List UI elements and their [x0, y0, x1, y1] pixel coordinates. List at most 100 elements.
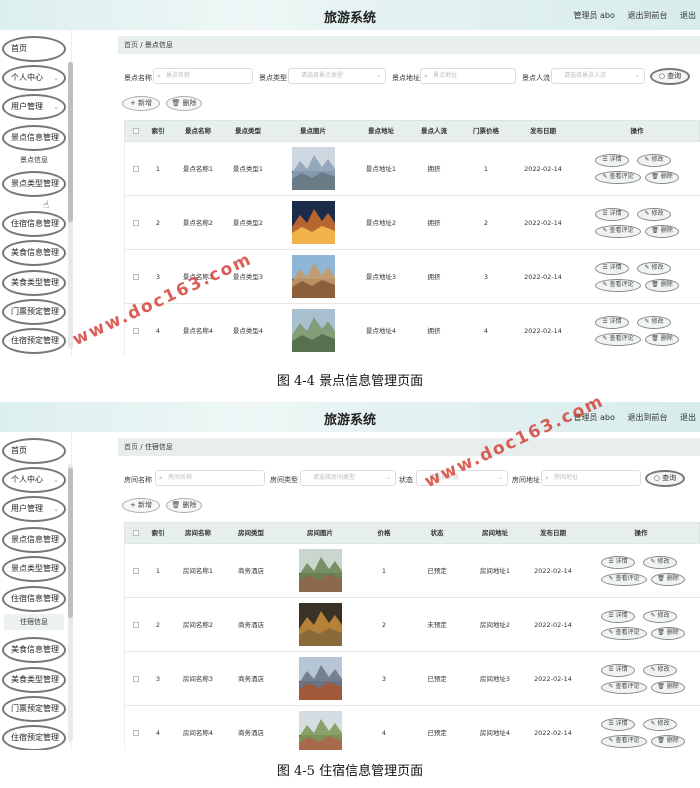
nav-item-lodging-info[interactable]: 住宿信息管理 ⌃ — [2, 586, 66, 612]
edit-button[interactable]: ✎ 修改 — [637, 154, 671, 167]
sidebar-scrollbar[interactable] — [68, 464, 73, 742]
edit-button[interactable]: ✎ 修改 — [643, 718, 677, 731]
nav-item-scenic-info[interactable]: 景点信息管理 ⌃ — [2, 125, 66, 151]
room-name-input[interactable]: ⌕ 房间名称 — [155, 470, 265, 486]
query-button[interactable]: ○ 查询 — [645, 470, 685, 487]
scenic-name-input[interactable]: ⌕ 景点名称 — [153, 68, 253, 84]
edit-button[interactable]: ✎ 修改 — [643, 556, 677, 569]
nav-sub-scenic-info[interactable]: 景点信息 — [4, 152, 64, 168]
view-comments-button[interactable]: ✎ 查看评论 — [595, 333, 641, 346]
nav-item-scenic-type[interactable]: 景点类型管理 ⌄ — [2, 171, 66, 197]
row-checkbox[interactable] — [133, 568, 139, 574]
nav-item-food-type[interactable]: 美食类型管理 ⌄ — [2, 667, 66, 693]
row-checkbox[interactable] — [133, 730, 139, 736]
edit-button[interactable]: ✎ 修改 — [637, 208, 671, 221]
view-comments-button[interactable]: ✎ 查看评论 — [601, 573, 647, 586]
nav-item-food-info[interactable]: 美食信息管理 ⌄ — [2, 240, 66, 266]
row-checkbox[interactable] — [133, 622, 139, 628]
add-button[interactable]: + 新增 — [122, 96, 160, 111]
detail-button[interactable]: ☰ 详情 — [601, 664, 635, 677]
table-cell: 景点地址2 — [365, 219, 397, 227]
chevron-down-icon: ⌄ — [375, 72, 381, 79]
query-button[interactable]: ○ 查询 — [650, 68, 690, 85]
add-button[interactable]: + 新增 — [122, 498, 160, 513]
top-bar: 旅游系统 管理员 abo 退出到前台 退出 — [0, 0, 700, 30]
table-cell: 房间地址2 — [479, 621, 511, 629]
nav-item-users[interactable]: 用户管理 ⌄ — [2, 496, 66, 522]
detail-button[interactable]: ☰ 详情 — [595, 154, 629, 167]
room-address-input[interactable]: ⌕ 房间地址 — [541, 470, 641, 486]
view-comments-button[interactable]: ✎ 查看评论 — [601, 735, 647, 748]
view-comments-button[interactable]: ✎ 查看评论 — [595, 225, 641, 238]
breadcrumb-sep: / — [140, 443, 143, 451]
exit-to-front-link[interactable]: 退出到前台 — [627, 413, 667, 422]
nav-item-scenic-type[interactable]: 景点类型管理 ⌄ — [2, 556, 66, 582]
select-all-checkbox[interactable] — [133, 128, 139, 134]
nav-item-profile[interactable]: 个人中心 ⌄ — [2, 467, 66, 493]
nav-label: 首页 — [11, 44, 27, 53]
row-checkbox[interactable] — [133, 676, 139, 682]
nav-item-home[interactable]: 首页 — [2, 438, 66, 464]
batch-delete-button[interactable]: 🗑 删除 — [166, 498, 202, 513]
detail-button[interactable]: ☰ 详情 — [595, 316, 629, 329]
edit-button[interactable]: ✎ 修改 — [643, 610, 677, 623]
scrollbar-thumb[interactable] — [68, 468, 73, 618]
breadcrumb-home[interactable]: 首页 — [124, 443, 138, 451]
view-comments-button[interactable]: ✎ 查看评论 — [601, 681, 647, 694]
breadcrumb-home[interactable]: 首页 — [124, 41, 138, 49]
col-header: 门票价格 — [473, 127, 499, 135]
scrollbar-thumb[interactable] — [68, 62, 73, 222]
select-all-checkbox[interactable] — [133, 530, 139, 536]
table-cell: 房间地址1 — [479, 567, 511, 575]
view-comments-button[interactable]: ✎ 查看评论 — [601, 627, 647, 640]
nav-item-lodging-info[interactable]: 住宿信息管理 ⌄ — [2, 211, 66, 237]
op-label: 删除 — [666, 683, 679, 690]
detail-button[interactable]: ☰ 详情 — [595, 262, 629, 275]
nav-item-food-type[interactable]: 美食类型管理 ⌄ — [2, 270, 66, 296]
nav-item-lodging-booking[interactable]: 住宿预定管理 ⌄ — [2, 725, 66, 750]
batch-delete-button[interactable]: 🗑 删除 — [166, 96, 202, 111]
delete-button[interactable]: 🗑 删除 — [651, 573, 685, 586]
scenic-type-select[interactable]: 请选择景点类型 ⌄ — [288, 68, 386, 84]
nav-item-profile[interactable]: 个人中心 ⌄ — [2, 65, 66, 91]
edit-button[interactable]: ✎ 修改 — [643, 664, 677, 677]
view-comments-button[interactable]: ✎ 查看评论 — [595, 279, 641, 292]
sidebar-scrollbar[interactable] — [68, 62, 73, 349]
nav-item-lodging-booking[interactable]: 住宿预定管理 ⌄ — [2, 328, 66, 354]
delete-button[interactable]: 🗑 删除 — [645, 171, 679, 184]
nav-item-users[interactable]: 用户管理 ⌄ — [2, 94, 66, 120]
row-checkbox[interactable] — [133, 274, 139, 280]
edit-button[interactable]: ✎ 修改 — [637, 316, 671, 329]
delete-button[interactable]: 🗑 删除 — [651, 681, 685, 694]
edit-button[interactable]: ✎ 修改 — [637, 262, 671, 275]
room-type-select[interactable]: 请选择房间类型 ⌄ — [300, 470, 396, 486]
delete-button[interactable]: 🗑 删除 — [651, 627, 685, 640]
scenic-crowd-select[interactable]: 请选择景点人流 ⌄ — [551, 68, 645, 84]
table-cell: 2 — [381, 621, 387, 629]
table-cell: 3 — [381, 675, 387, 683]
detail-button[interactable]: ☰ 详情 — [595, 208, 629, 221]
logout-link[interactable]: 退出 — [680, 413, 696, 422]
detail-button[interactable]: ☰ 详情 — [601, 610, 635, 623]
nav-item-scenic-info[interactable]: 景点信息管理 ⌄ — [2, 527, 66, 553]
admin-user-label: 管理员 abo — [573, 11, 615, 20]
delete-button[interactable]: 🗑 删除 — [645, 225, 679, 238]
delete-button[interactable]: 🗑 删除 — [645, 333, 679, 346]
row-checkbox[interactable] — [133, 328, 139, 334]
nav-item-ticket-booking[interactable]: 门票预定管理 ⌄ — [2, 696, 66, 722]
col-header: 状态 — [430, 529, 444, 537]
detail-button[interactable]: ☰ 详情 — [601, 718, 635, 731]
nav-item-ticket-booking[interactable]: 门票预定管理 ⌄ — [2, 299, 66, 325]
logout-link[interactable]: 退出 — [680, 11, 696, 20]
exit-to-front-link[interactable]: 退出到前台 — [627, 11, 667, 20]
detail-button[interactable]: ☰ 详情 — [601, 556, 635, 569]
view-comments-button[interactable]: ✎ 查看评论 — [595, 171, 641, 184]
row-checkbox[interactable] — [133, 220, 139, 226]
nav-item-home[interactable]: 首页 — [2, 36, 66, 62]
scenic-address-input[interactable]: ⌕ 景点地址 — [420, 68, 516, 84]
nav-item-food-info[interactable]: 美食信息管理 ⌄ — [2, 637, 66, 663]
delete-button[interactable]: 🗑 删除 — [645, 279, 679, 292]
row-checkbox[interactable] — [133, 166, 139, 172]
delete-button[interactable]: 🗑 删除 — [651, 735, 685, 748]
nav-sub-lodging-info[interactable]: 住宿信息 — [4, 614, 64, 630]
